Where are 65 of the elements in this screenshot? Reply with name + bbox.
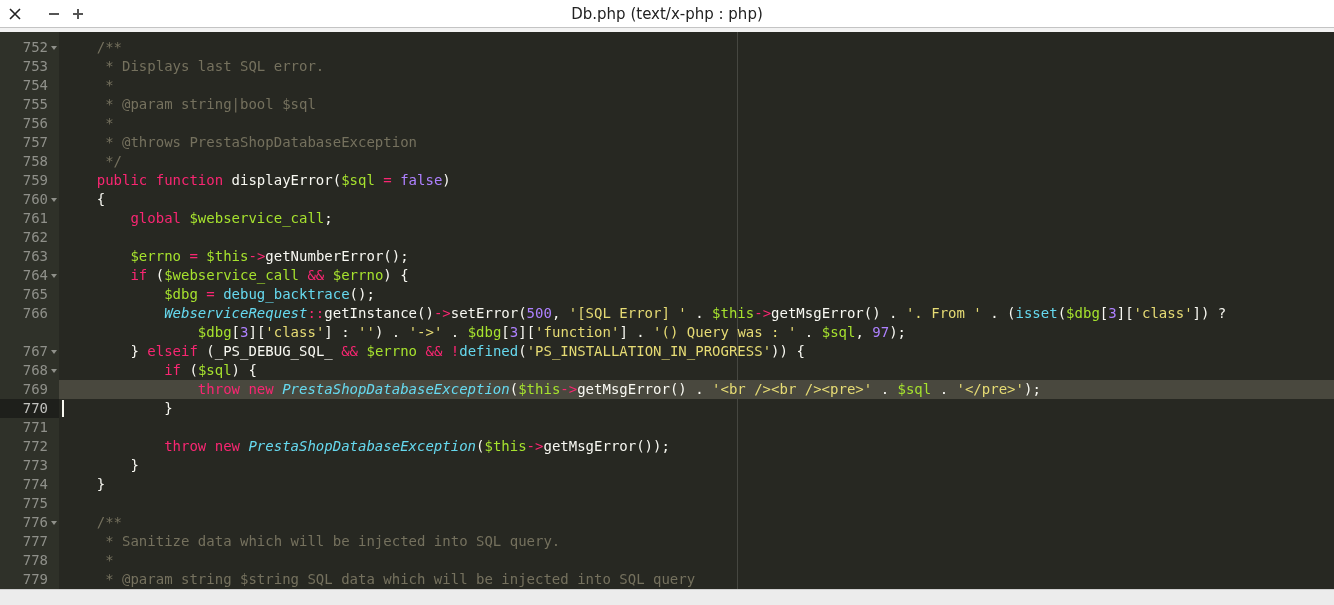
code-line: } bbox=[95, 475, 106, 494]
plus-icon[interactable] bbox=[73, 8, 83, 19]
code-line: /** bbox=[95, 38, 122, 57]
code-line: { bbox=[95, 190, 106, 209]
code-line: } bbox=[129, 456, 139, 475]
code-editor[interactable] bbox=[0, 32, 1334, 589]
line-number: 772 bbox=[22, 437, 48, 456]
code-line: WebserviceRequest::getInstance()->setError(500, '[SQL Error] ' . $this->getMsgError() . '. From ' . (isset($dbg[3]['class']) ? bbox=[163, 304, 1227, 323]
code-line: if ($webservice_call && $errno) { bbox=[129, 266, 409, 285]
code-line: } elseif (_PS_DEBUG_SQL_ && $errno && !defined('PS_INSTALLATION_IN_PROGRESS')) { bbox=[129, 342, 805, 361]
code-line: * @param string|bool $sql bbox=[104, 95, 316, 114]
line-number: 765 bbox=[22, 285, 48, 304]
code-line: * Displays last SQL error. bbox=[104, 57, 325, 76]
line-number: 778 bbox=[22, 551, 48, 570]
code-line: * bbox=[104, 551, 114, 570]
code-line: global $webservice_call; bbox=[129, 209, 333, 228]
line-number: 770 bbox=[22, 399, 48, 418]
line-number: 761 bbox=[22, 209, 48, 228]
fold-arrow-icon[interactable] bbox=[50, 520, 57, 525]
fold-arrow-icon[interactable] bbox=[50, 45, 57, 50]
line-number: 754 bbox=[22, 76, 48, 95]
text-cursor bbox=[62, 400, 64, 417]
line-number: 766 bbox=[22, 304, 48, 323]
code-line: if ($sql) { bbox=[163, 361, 257, 380]
line-number: 779 bbox=[22, 570, 48, 589]
code-line: $dbg = debug_backtrace(); bbox=[163, 285, 375, 304]
line-number: 762 bbox=[22, 228, 48, 247]
code-line: $dbg[3]['class'] : '') . '->' . $dbg[3]['function'] . '() Query was : ' . $sql, 97); bbox=[196, 323, 906, 342]
window-title: Db.php (text/x-php : php) bbox=[571, 4, 763, 23]
line-number: 758 bbox=[22, 152, 48, 171]
code-line: throw new PrestaShopDatabaseException($this->getMsgError() . '<br /><br /><pre>' . $sql . '</pre>'); bbox=[196, 380, 1041, 399]
line-number: 759 bbox=[22, 171, 48, 190]
code-line: throw new PrestaShopDatabaseException($this->getMsgError()); bbox=[163, 437, 670, 456]
fold-arrow-icon[interactable] bbox=[50, 349, 57, 354]
code-line: */ bbox=[104, 152, 122, 171]
line-number: 760 bbox=[22, 190, 48, 209]
line-number: 764 bbox=[22, 266, 48, 285]
code-line: * bbox=[104, 76, 114, 95]
code-line: * Sanitize data which will be injected into SQL query. bbox=[104, 532, 561, 551]
code-line: public function displayError($sql = false) bbox=[95, 171, 451, 190]
code-line: /** bbox=[95, 513, 122, 532]
line-number: 756 bbox=[22, 114, 48, 133]
close-icon[interactable] bbox=[9, 7, 21, 20]
code-line: * @param string $string SQL data which will be injected into SQL query bbox=[104, 570, 696, 589]
code-line: $errno = $this->getNumberError(); bbox=[129, 247, 409, 266]
line-number: 767 bbox=[22, 342, 48, 361]
code-line: * @throws PrestaShopDatabaseException bbox=[104, 133, 417, 152]
line-number: 752 bbox=[22, 38, 48, 57]
line-number: 768 bbox=[22, 361, 48, 380]
line-number: 755 bbox=[22, 95, 48, 114]
line-number: 775 bbox=[22, 494, 48, 513]
line-number: 757 bbox=[22, 133, 48, 152]
line-number: 771 bbox=[22, 418, 48, 437]
fold-arrow-icon[interactable] bbox=[50, 197, 57, 202]
line-number: 774 bbox=[22, 475, 48, 494]
fold-arrow-icon[interactable] bbox=[50, 273, 57, 278]
code-line: * bbox=[104, 114, 114, 133]
line-number: 769 bbox=[22, 380, 48, 399]
line-number: 776 bbox=[22, 513, 48, 532]
line-number: 777 bbox=[22, 532, 48, 551]
code-line: } bbox=[163, 399, 173, 418]
line-number: 763 bbox=[22, 247, 48, 266]
line-number: 773 bbox=[22, 456, 48, 475]
line-number: 753 bbox=[22, 57, 48, 76]
fold-arrow-icon[interactable] bbox=[50, 368, 57, 373]
